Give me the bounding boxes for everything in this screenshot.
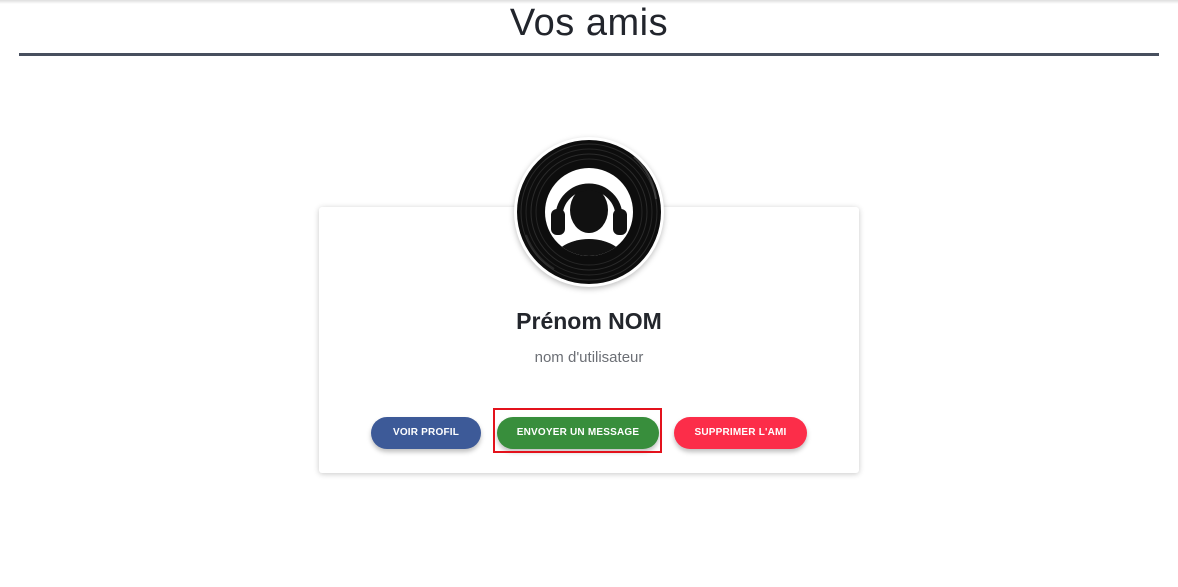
vinyl-headphones-user-icon bbox=[517, 140, 661, 284]
title-divider bbox=[19, 53, 1159, 56]
send-message-button[interactable]: ENVOYER UN MESSAGE bbox=[497, 417, 659, 449]
view-profile-button[interactable]: VOIR PROFIL bbox=[371, 417, 481, 449]
friend-username: nom d'utilisateur bbox=[534, 349, 644, 366]
friend-name: Prénom NOM bbox=[516, 308, 662, 334]
avatar bbox=[514, 137, 664, 287]
page-title: Vos amis bbox=[509, 2, 669, 44]
remove-friend-button[interactable]: SUPPRIMER L'AMI bbox=[674, 417, 807, 449]
